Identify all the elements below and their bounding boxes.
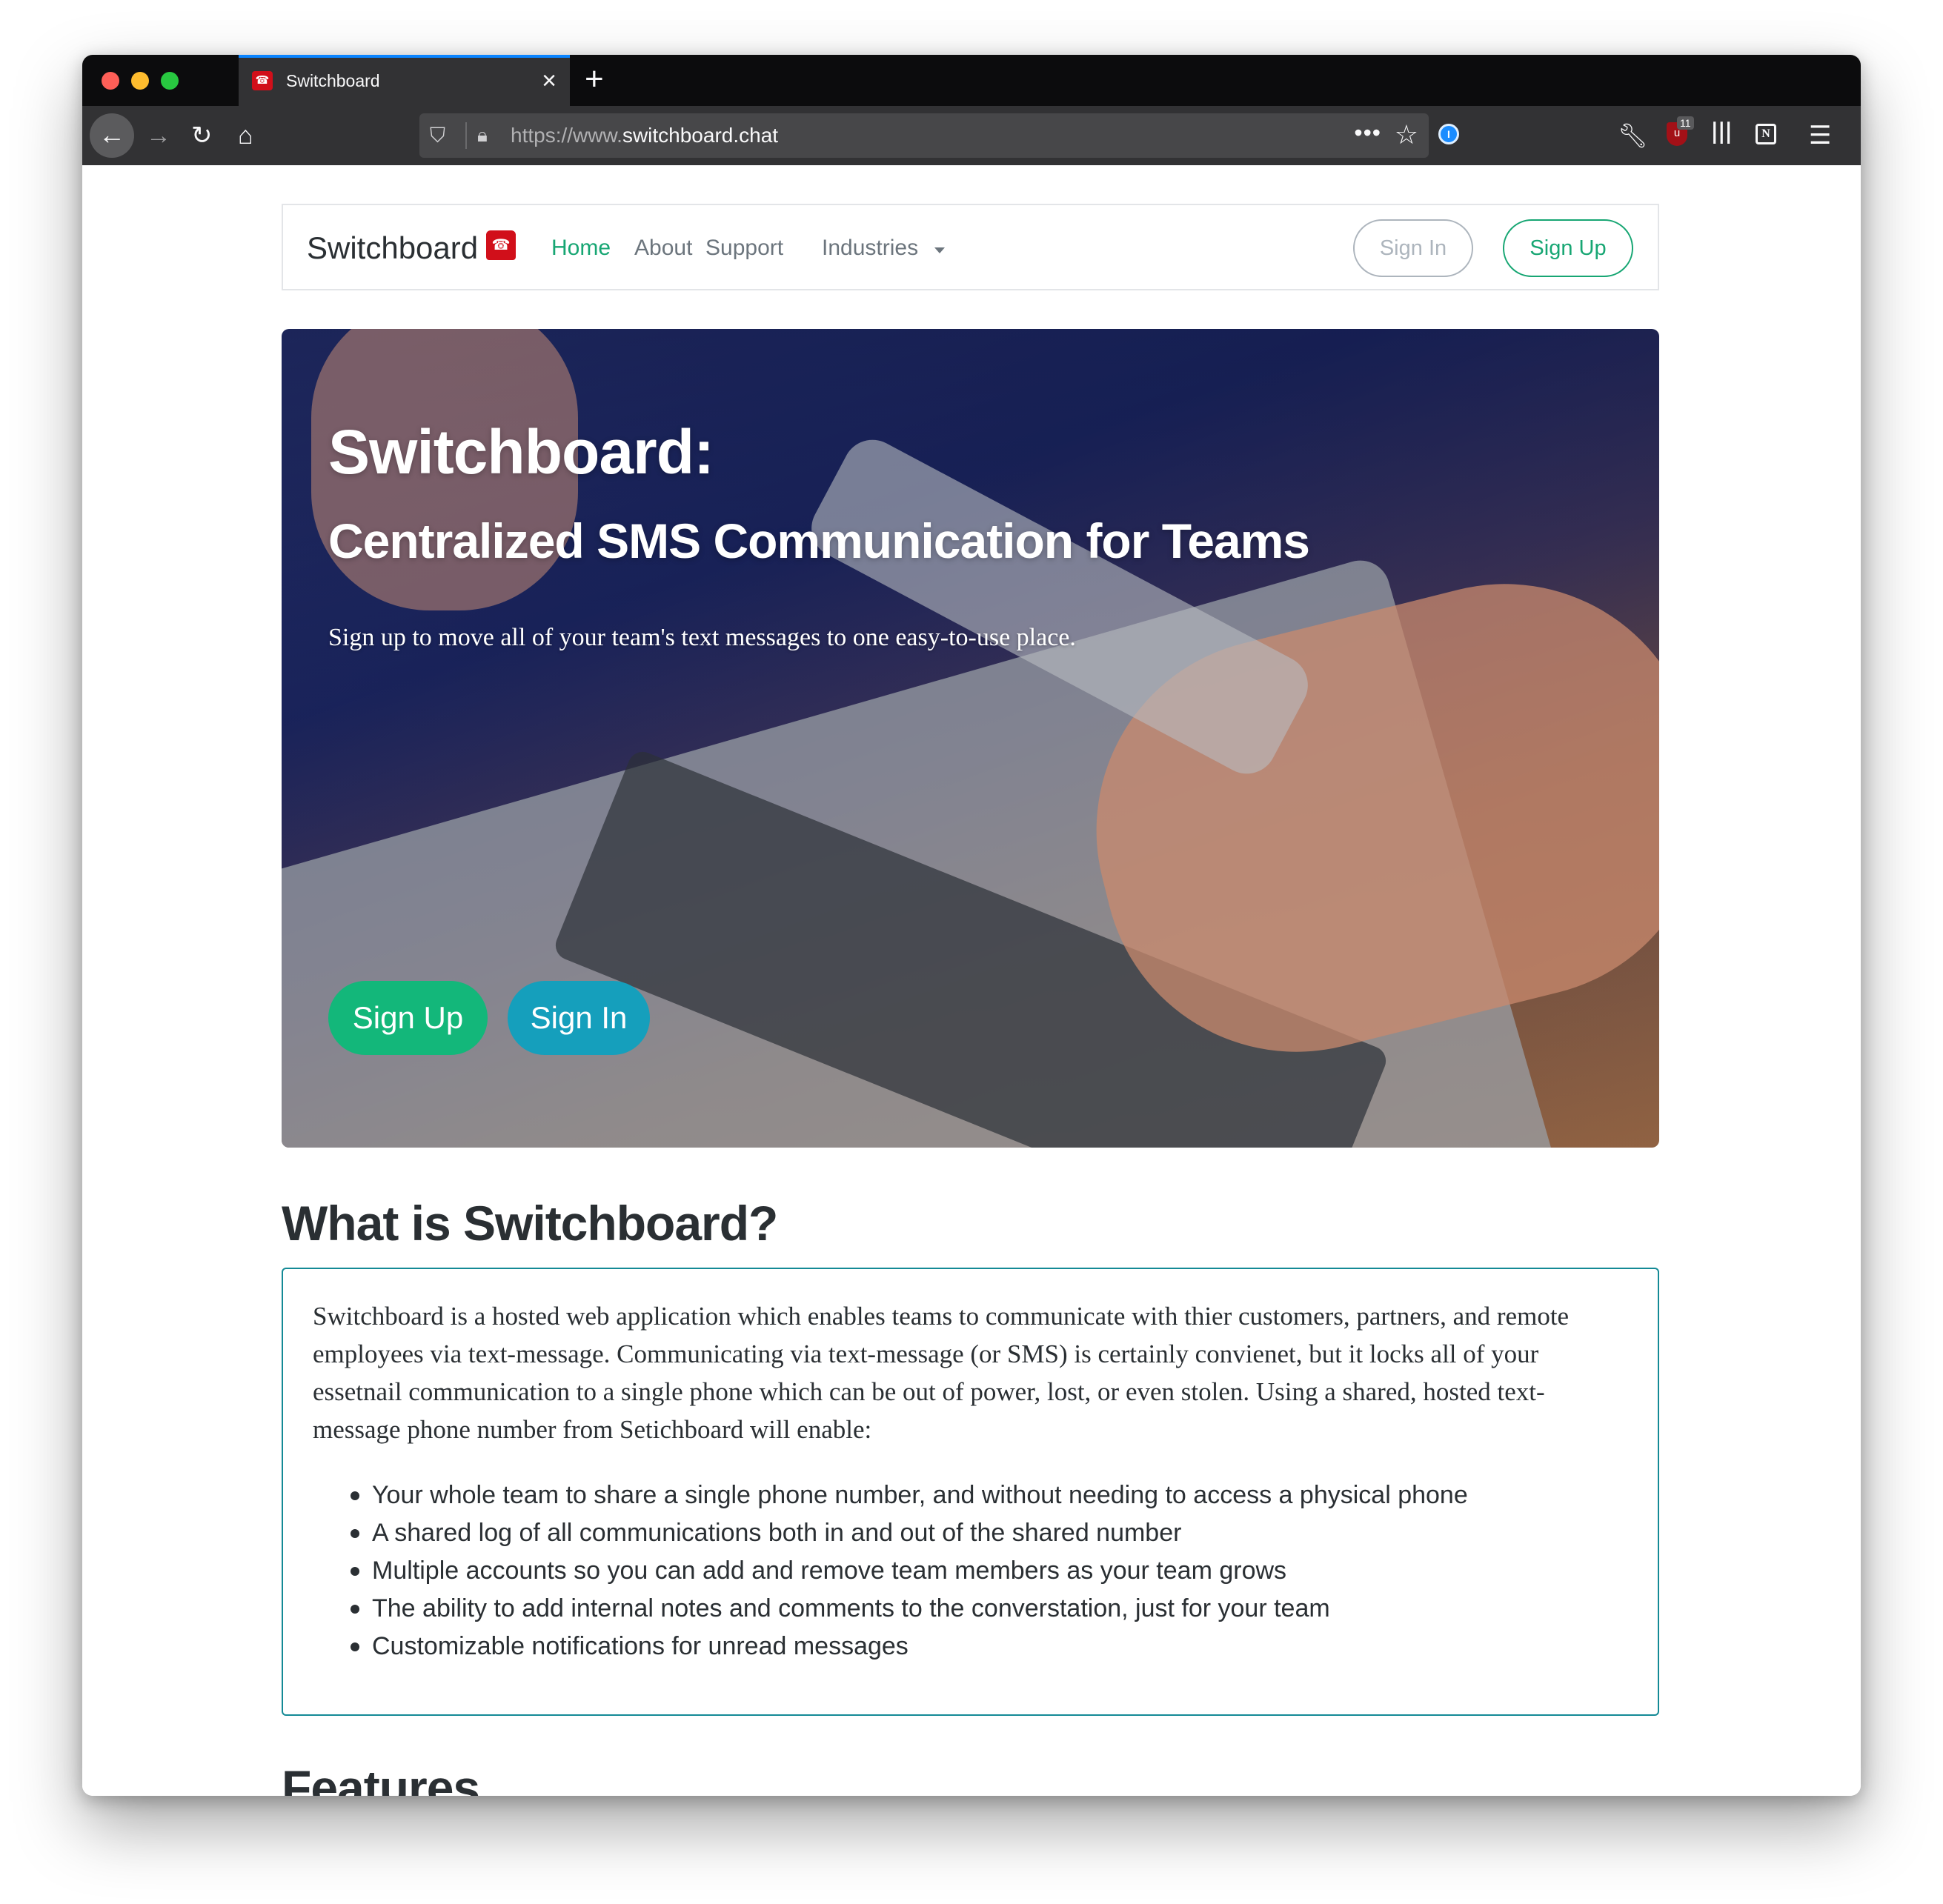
bookmark-star-icon[interactable]: ☆ [1395,119,1418,150]
close-icon[interactable]: × [542,67,557,95]
back-arrow-icon[interactable]: ← [90,113,134,158]
home-icon[interactable]: ⌂ [238,119,253,152]
shield-icon[interactable]: ⛉ [430,121,445,150]
nav-home[interactable]: Home [551,236,611,261]
hamburger-menu-icon[interactable]: ☰ [1809,119,1831,152]
navigation-toolbar: ← → ↻ ⌂ ⛉ 🔒︎ https://www.switchboard.cha… [82,106,1861,165]
minimize-window-button[interactable] [131,72,149,90]
url-text[interactable]: https://www.switchboard.chat [511,124,778,147]
lock-icon[interactable]: 🔒︎ [477,120,488,150]
hero-sign-up-button[interactable]: Sign Up [328,981,488,1055]
address-bar[interactable]: ⛉ 🔒︎ https://www.switchboard.chat ••• ☆ [419,113,1429,158]
hero-sign-in-button[interactable]: Sign In [508,981,650,1055]
url-separator [465,122,467,149]
close-window-button[interactable] [102,72,119,90]
caret-down-icon[interactable] [934,247,945,253]
bullet [351,1605,359,1614]
list-item: A shared log of all communications both … [313,1514,1617,1552]
bullet [351,1642,359,1651]
bullet [351,1491,359,1500]
more-actions-icon[interactable]: ••• [1354,118,1381,147]
bullet [351,1567,359,1576]
features-heading: Features [282,1760,480,1796]
nav-support[interactable]: Support [705,236,783,261]
telephone-icon: ☎ [252,71,273,90]
nav-about[interactable]: About [634,236,692,261]
list-item: Customizable notifications for unread me… [313,1628,1617,1665]
forward-arrow-icon[interactable]: → [146,119,171,152]
wrench-icon[interactable]: 🔧︎ [1618,119,1648,152]
telephone-icon: ☎ [486,230,516,260]
library-icon[interactable]: ꟾꟾꟾ [1711,119,1732,152]
password-manager-icon[interactable]: I [1438,124,1459,144]
reload-icon[interactable]: ↻ [191,119,213,152]
hero-title: Switchboard: [328,417,714,487]
list-item: Your whole team to share a single phone … [313,1477,1617,1514]
browser-tab[interactable]: ☎ Switchboard × [239,55,570,106]
list-item: The ability to add internal notes and co… [313,1590,1617,1628]
browser-window: ☎ Switchboard × + ← → ↻ ⌂ ⛉ 🔒︎ https://w… [82,55,1861,1796]
feature-list: Your whole team to share a single phone … [313,1477,1617,1665]
tab-bar: ☎ Switchboard × + [82,55,1861,106]
ublock-count-badge: 11 [1677,116,1694,130]
new-tab-button[interactable]: + [585,61,604,98]
list-item: Multiple accounts so you can add and rem… [313,1552,1617,1590]
what-paragraph: Switchboard is a hosted web application … [313,1302,1570,1444]
hero-banner: Switchboard: Centralized SMS Communicati… [282,329,1659,1148]
hero-subtitle: Centralized SMS Communication for Teams [328,513,1310,568]
tab-title: Switchboard [286,71,380,90]
web-page: Switchboard ☎ Home About Support Industr… [82,165,1861,1796]
sign-up-button[interactable]: Sign Up [1503,219,1633,277]
brand-name[interactable]: Switchboard [307,230,478,266]
nav-industries[interactable]: Industries [822,236,918,261]
what-box: Switchboard is a hosted web application … [282,1268,1659,1716]
maximize-window-button[interactable] [161,72,179,90]
bullet [351,1529,359,1538]
what-heading: What is Switchboard? [282,1196,778,1251]
hero-tagline: Sign up to move all of your team's text … [328,624,1076,651]
site-navbar: Switchboard ☎ Home About Support Industr… [282,204,1659,290]
notion-icon[interactable]: N [1756,124,1776,144]
sign-in-button[interactable]: Sign In [1353,219,1473,277]
